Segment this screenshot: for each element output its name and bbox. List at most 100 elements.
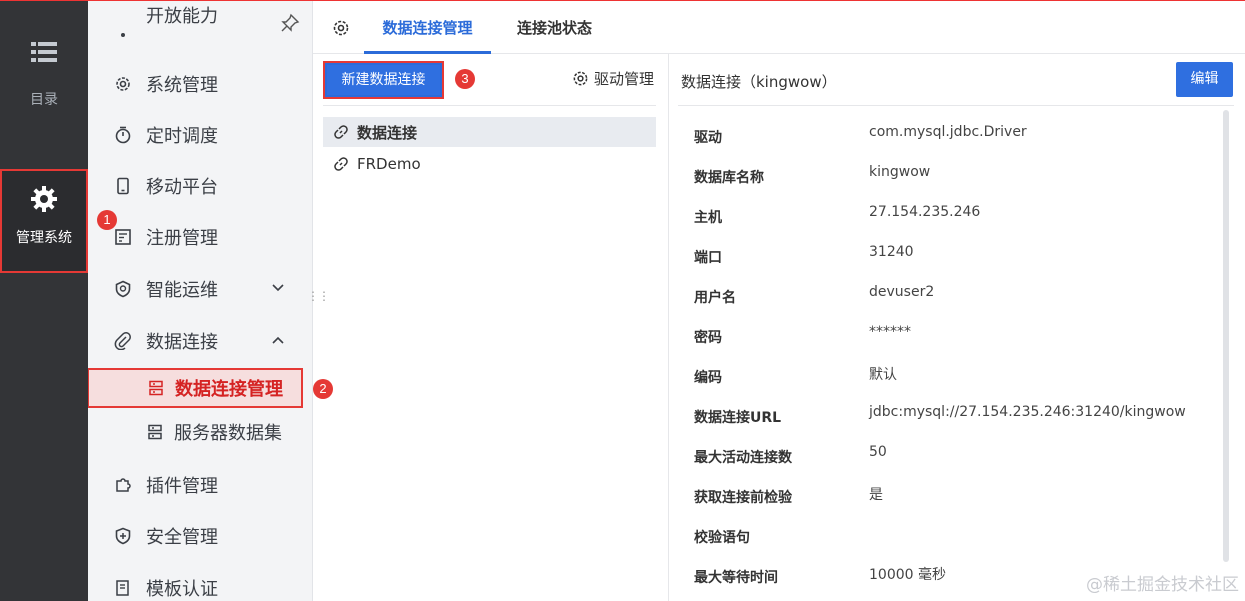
rail-directory[interactable]: 目录 — [0, 41, 88, 109]
field-label: 最大等待时间 — [694, 570, 778, 586]
watermark: @稀土掘金技术社区 — [1086, 575, 1239, 595]
ops-icon — [114, 280, 132, 298]
field-value: 默认 — [869, 367, 897, 383]
field-value: kingwow — [869, 164, 931, 180]
rail-directory-label: 目录 — [30, 92, 58, 108]
gear-icon — [114, 75, 132, 93]
pin-icon[interactable] — [280, 13, 300, 33]
menu-item-ops[interactable]: 智能运维 — [88, 269, 312, 309]
link-icon — [333, 124, 349, 140]
chevron-up-icon — [272, 336, 284, 344]
menu-item-label: 定时调度 — [146, 126, 218, 147]
link-icon — [333, 156, 349, 172]
template-icon — [114, 579, 132, 597]
field-label: 获取连接前检验 — [694, 490, 792, 506]
submenu-item-label: 服务器数据集 — [174, 423, 282, 444]
menu-item-label: 注册管理 — [146, 228, 218, 249]
app-root: 目录 管理系统 开放能力 系统管理 定时调度 移动平台 注册管理 智能运维 数据… — [0, 0, 1245, 601]
field-value: devuser2 — [869, 284, 935, 300]
left-rail: 目录 管理系统 — [0, 1, 88, 601]
field-value: 10000 毫秒 — [869, 567, 946, 583]
gear-icon — [572, 70, 589, 87]
detail-row: 数据连接URL jdbc:mysql://27.154.235.246:31240… — [694, 404, 1214, 431]
field-label: 用户名 — [694, 290, 736, 306]
dataset-icon — [146, 423, 164, 441]
menu-item-template-cert[interactable]: 模板认证 — [88, 568, 312, 601]
menu-item-label: 开放能力 — [146, 6, 218, 27]
connection-list-panel: 新建数据连接 驱动管理 数据连接 FRDemo — [313, 54, 669, 601]
top-tabs: 数据连接管理 连接池状态 — [313, 2, 1245, 54]
field-value: 31240 — [869, 244, 914, 260]
field-label: 驱动 — [694, 130, 722, 146]
menu-item-label: 插件管理 — [146, 476, 218, 497]
detail-row: 端口 31240 — [694, 244, 1214, 271]
field-label: 数据库名称 — [694, 170, 764, 186]
driver-management-button[interactable]: 驱动管理 — [572, 68, 654, 89]
connection-label: FRDemo — [357, 155, 421, 173]
field-label: 密码 — [694, 330, 722, 346]
submenu-item-data-connection-management[interactable]: 数据连接管理 — [88, 368, 303, 408]
menu-item-label: 模板认证 — [146, 579, 218, 600]
annotation-badge: 1 — [97, 210, 117, 230]
menu-item-system[interactable]: 系统管理 — [88, 64, 312, 104]
menu-item-schedule[interactable]: 定时调度 — [88, 115, 312, 155]
submenu-item-label: 数据连接管理 — [175, 379, 283, 400]
divider — [323, 105, 656, 106]
detail-row: 最大活动连接数 50 — [694, 444, 1214, 471]
menu-item-plugins[interactable]: 插件管理 — [88, 465, 312, 505]
rail-system-label: 管理系统 — [16, 230, 72, 246]
mobile-icon — [114, 177, 132, 195]
detail-row: 用户名 devuser2 — [694, 284, 1214, 311]
shield-icon — [114, 527, 132, 545]
edit-button[interactable]: 编辑 — [1176, 62, 1233, 97]
detail-row: 主机 27.154.235.246 — [694, 204, 1214, 231]
submenu-item-server-dataset[interactable]: 服务器数据集 — [88, 412, 312, 452]
field-value: com.mysql.jdbc.Driver — [869, 124, 1027, 140]
rail-management-system[interactable]: 管理系统 — [0, 169, 88, 273]
field-value: 是 — [869, 487, 883, 503]
detail-scrollbar[interactable] — [1223, 110, 1229, 562]
register-icon — [114, 228, 132, 246]
menu-item-label: 智能运维 — [146, 280, 218, 301]
detail-title: 数据连接（kingwow） — [681, 73, 837, 91]
menu-item-security[interactable]: 安全管理 — [88, 516, 312, 556]
gear-icon — [31, 186, 57, 212]
detail-row: 校验语句 — [694, 527, 1214, 551]
field-label: 数据连接URL — [694, 410, 782, 426]
tab-data-connection-management[interactable]: 数据连接管理 — [364, 2, 491, 54]
detail-row: 密码 ****** — [694, 324, 1214, 351]
field-value: ****** — [869, 324, 911, 340]
menu-item-label: 数据连接 — [146, 332, 218, 353]
field-value: jdbc:mysql://27.154.235.246:31240/kingwo… — [869, 404, 1186, 420]
detail-row: 编码 默认 — [694, 367, 1214, 391]
field-label: 主机 — [694, 210, 722, 226]
field-value: 27.154.235.246 — [869, 204, 981, 220]
driver-management-label: 驱动管理 — [594, 70, 655, 88]
menu-item-label: 安全管理 — [146, 527, 218, 548]
menu-item-mobile[interactable]: 移动平台 — [88, 166, 312, 206]
connection-item[interactable]: 数据连接 — [323, 117, 656, 147]
menu-item-label: 移动平台 — [146, 177, 218, 198]
new-connection-button[interactable]: 新建数据连接 — [323, 61, 444, 99]
secondary-menu: 开放能力 系统管理 定时调度 移动平台 注册管理 智能运维 数据连接 数据连接管… — [88, 1, 313, 601]
connection-detail-panel: 数据连接（kingwow） 编辑 驱动 com.mysql.jdbc.Driver… — [670, 54, 1245, 601]
divider — [678, 105, 1234, 106]
connection-label: 数据连接 — [357, 123, 418, 142]
open-icon — [114, 26, 132, 44]
menu-item-data-connection[interactable]: 数据连接 — [88, 321, 312, 361]
field-value: 50 — [869, 444, 887, 460]
new-connection-label: 新建数据连接 — [327, 65, 440, 95]
field-label: 端口 — [694, 250, 722, 266]
field-label: 最大活动连接数 — [694, 450, 792, 466]
menu-item-label: 系统管理 — [146, 75, 218, 96]
detail-row: 获取连接前检验 是 — [694, 487, 1214, 511]
field-label: 编码 — [694, 370, 722, 386]
tab-pool-status[interactable]: 连接池状态 — [517, 2, 592, 54]
menu-item-register[interactable]: 注册管理 — [88, 217, 312, 257]
puzzle-icon — [114, 476, 132, 494]
settings-icon[interactable] — [332, 19, 350, 37]
paperclip-icon — [114, 332, 132, 350]
connection-item[interactable]: FRDemo — [323, 149, 656, 179]
datasource-icon — [147, 379, 165, 397]
timer-icon — [114, 126, 132, 144]
